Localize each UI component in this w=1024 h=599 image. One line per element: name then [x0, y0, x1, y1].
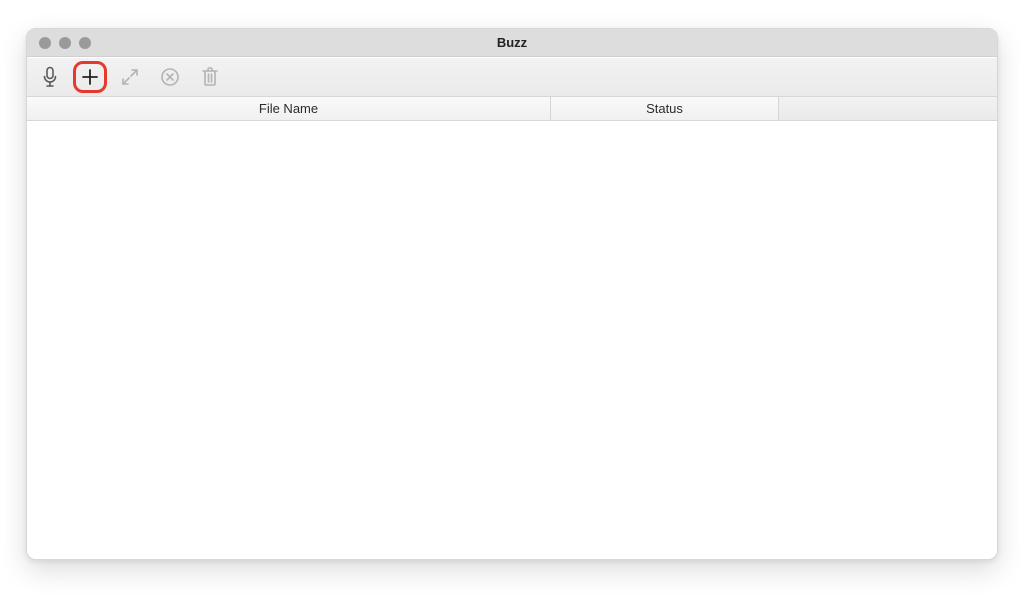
- trash-icon: [200, 66, 220, 88]
- expand-icon: [120, 67, 140, 87]
- record-button[interactable]: [33, 61, 67, 93]
- titlebar: Buzz: [27, 29, 997, 57]
- add-file-button[interactable]: [73, 61, 107, 93]
- toolbar: [27, 57, 997, 97]
- table-body: [27, 121, 997, 559]
- close-window-button[interactable]: [39, 37, 51, 49]
- expand-button[interactable]: [113, 61, 147, 93]
- column-header-filename[interactable]: File Name: [27, 97, 551, 120]
- microphone-icon: [41, 66, 59, 88]
- column-header-spacer: [779, 97, 997, 120]
- fullscreen-window-button[interactable]: [79, 37, 91, 49]
- app-window: Buzz: [26, 28, 998, 560]
- plus-icon: [80, 67, 100, 87]
- table-header-row: File Name Status: [27, 97, 997, 121]
- window-controls: [27, 29, 91, 56]
- column-header-status[interactable]: Status: [551, 97, 779, 120]
- cancel-icon: [160, 67, 180, 87]
- window-title: Buzz: [27, 35, 997, 50]
- delete-button[interactable]: [193, 61, 227, 93]
- minimize-window-button[interactable]: [59, 37, 71, 49]
- cancel-button[interactable]: [153, 61, 187, 93]
